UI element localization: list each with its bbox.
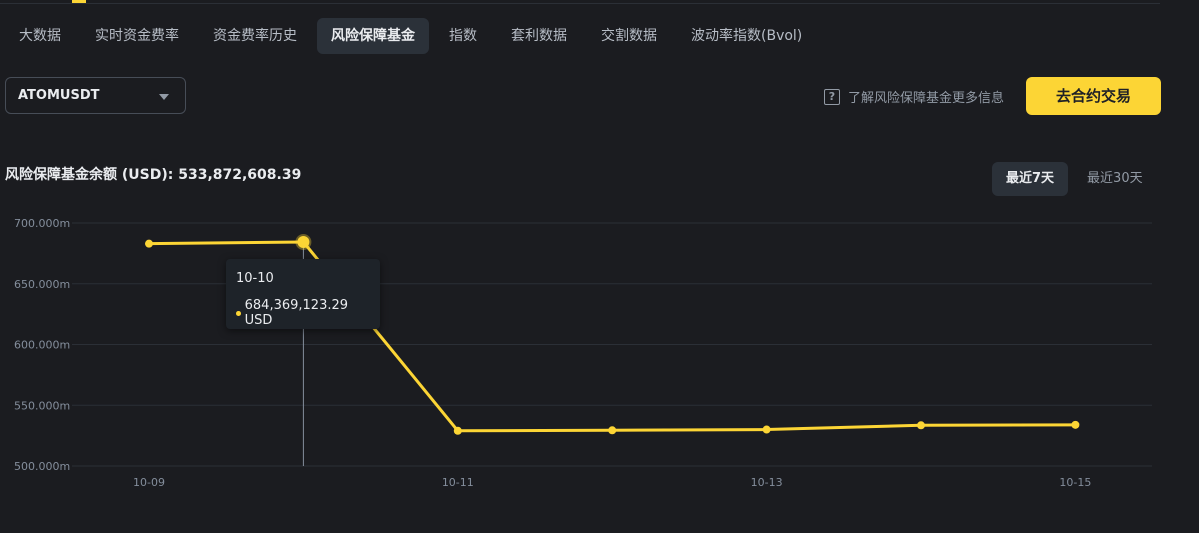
tooltip-value: 684,369,123.29 USD bbox=[244, 298, 349, 328]
top-accent-indicator bbox=[72, 0, 86, 3]
tab-volatility-index[interactable]: 波动率指数(Bvol) bbox=[677, 18, 816, 54]
y-tick-label: 700.000m bbox=[14, 217, 70, 230]
tab-index[interactable]: 指数 bbox=[435, 18, 491, 54]
range-7d-button[interactable]: 最近7天 bbox=[992, 162, 1069, 196]
insurance-fund-info-link[interactable]: ? 了解风险保障基金更多信息 bbox=[824, 87, 1004, 106]
y-tick-label: 550.000m bbox=[14, 399, 70, 412]
insurance-fund-chart[interactable]: 700.000m 650.000m 600.000m 550.000m 500.000m… bbox=[0, 205, 1199, 505]
help-icon: ? bbox=[824, 88, 840, 105]
fund-balance-title: 风险保障基金余额 (USD): 533,872,608.39 bbox=[5, 167, 302, 183]
y-tick-label: 600.000m bbox=[14, 339, 70, 352]
futures-trade-button[interactable]: 去合约交易 bbox=[1026, 77, 1161, 115]
data-point bbox=[762, 425, 771, 434]
data-point bbox=[608, 426, 617, 435]
chart-tooltip: 10-10 684,369,123.29 USD bbox=[226, 259, 380, 329]
tab-insurance-fund[interactable]: 风险保障基金 bbox=[317, 18, 429, 54]
top-divider bbox=[0, 0, 1160, 4]
x-tick-label: 10-09 bbox=[133, 476, 165, 489]
time-range-toggle: 最近7天 最近30天 bbox=[992, 162, 1162, 196]
data-point bbox=[453, 426, 462, 435]
y-tick-label: 650.000m bbox=[14, 278, 70, 291]
data-point-highlighted bbox=[297, 235, 310, 248]
x-tick-label: 10-13 bbox=[751, 476, 783, 489]
tab-delivery-data[interactable]: 交割数据 bbox=[587, 18, 671, 54]
data-point bbox=[1071, 420, 1080, 429]
y-tick-label: 500.000m bbox=[14, 460, 70, 473]
data-point bbox=[917, 421, 925, 430]
tooltip-series-dot bbox=[236, 310, 241, 316]
tab-funding-rate-history[interactable]: 资金费率历史 bbox=[199, 18, 311, 54]
info-link-label: 了解风险保障基金更多信息 bbox=[848, 91, 1005, 106]
data-tabs: 大数据 实时资金费率 资金费率历史 风险保障基金 指数 套利数据 交割数据 波动… bbox=[5, 18, 822, 54]
symbol-select[interactable]: ATOMUSDT bbox=[5, 77, 186, 114]
caret-down-icon bbox=[159, 94, 169, 100]
tab-arbitrage-data[interactable]: 套利数据 bbox=[497, 18, 581, 54]
tab-big-data[interactable]: 大数据 bbox=[5, 18, 75, 54]
tooltip-date: 10-10 bbox=[236, 271, 274, 286]
data-point bbox=[145, 239, 153, 248]
tab-realtime-funding-rate[interactable]: 实时资金费率 bbox=[81, 18, 193, 54]
x-tick-label: 10-11 bbox=[442, 476, 474, 489]
x-tick-label: 10-15 bbox=[1059, 476, 1091, 489]
range-30d-button[interactable]: 最近30天 bbox=[1073, 162, 1157, 196]
symbol-select-value: ATOMUSDT bbox=[18, 88, 100, 103]
